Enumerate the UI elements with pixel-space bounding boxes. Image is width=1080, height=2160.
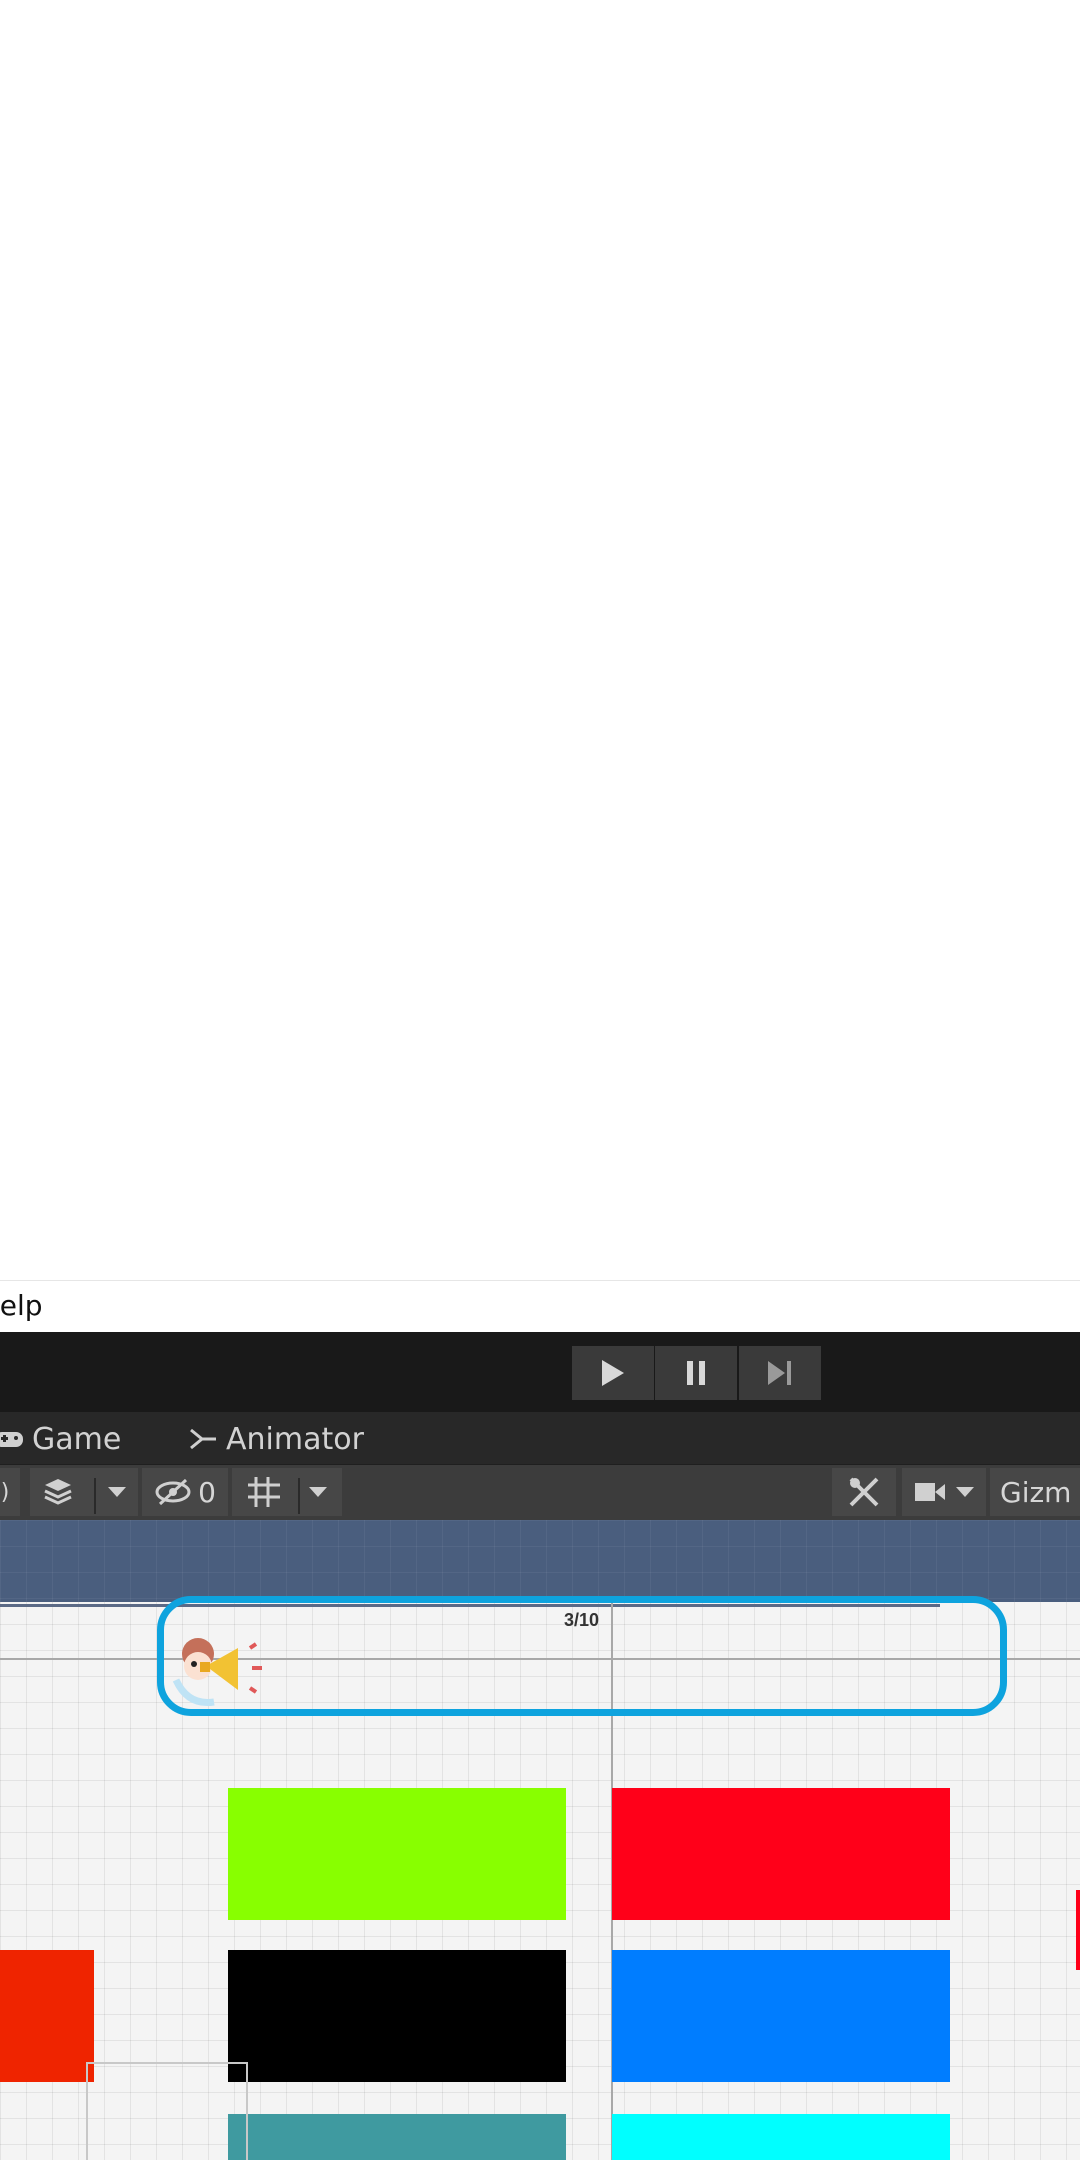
animator-icon <box>188 1426 218 1452</box>
effects-button[interactable] <box>30 1468 138 1516</box>
gizmos-label: Gizm <box>1000 1475 1072 1509</box>
step-icon <box>768 1361 791 1385</box>
tools-icon <box>849 1477 879 1507</box>
scene-toolbar: ) 0 Gizm <box>0 1464 1080 1522</box>
play-button[interactable] <box>572 1346 654 1400</box>
swatch-green[interactable] <box>228 1788 566 1920</box>
swatch-teal[interactable] <box>228 2114 566 2160</box>
hidden-objects-button[interactable]: 0 <box>142 1468 228 1516</box>
pause-icon <box>687 1361 705 1385</box>
menu-bar: lelp <box>0 1280 1080 1333</box>
selection-outline <box>86 2062 248 2160</box>
play-icon <box>602 1360 624 1386</box>
swatch-orange-red[interactable] <box>0 1950 94 2082</box>
tools-button[interactable] <box>832 1468 896 1516</box>
audio-toggle-button[interactable]: ) <box>0 1468 20 1516</box>
hidden-count: 0 <box>198 1475 216 1509</box>
swatch-cyan[interactable] <box>612 2114 950 2160</box>
tab-animator-label: Animator <box>226 1421 364 1457</box>
tab-game-label: Game <box>32 1421 122 1457</box>
chevron-down-icon <box>956 1487 974 1497</box>
progress-label: 3/10 <box>564 1610 600 1630</box>
gizmos-button[interactable]: Gizm <box>990 1468 1080 1516</box>
tab-game[interactable]: Game <box>0 1418 121 1460</box>
chevron-down-icon <box>309 1487 327 1497</box>
tab-animator[interactable]: Animator <box>188 1418 364 1460</box>
chevron-down-icon <box>108 1487 126 1497</box>
eye-hidden-icon <box>155 1478 191 1506</box>
swatch-black[interactable] <box>228 1950 566 2082</box>
blank-region <box>0 0 1080 1280</box>
partial-icon: ) <box>0 1479 10 1505</box>
ui-header-band <box>0 1520 1080 1602</box>
gamepad-icon <box>0 1427 24 1451</box>
grid-snap-button[interactable] <box>232 1468 342 1516</box>
layers-icon <box>44 1479 72 1505</box>
step-button[interactable] <box>739 1346 821 1400</box>
grid-icon <box>248 1477 280 1507</box>
mascot-megaphone-icon <box>172 1638 262 1707</box>
play-controls-bar <box>0 1332 1080 1412</box>
menu-help[interactable]: lelp <box>0 1289 43 1322</box>
swatch-edge-red <box>1076 1890 1080 1970</box>
swatch-blue[interactable] <box>612 1950 950 2082</box>
pause-button[interactable] <box>655 1346 737 1400</box>
window-tab-bar: Game Animator <box>0 1412 1080 1464</box>
camera-icon <box>915 1483 945 1501</box>
camera-button[interactable] <box>902 1468 986 1516</box>
scene-view[interactable]: 3/10 <box>0 1520 1080 2160</box>
swatch-red[interactable] <box>612 1788 950 1920</box>
